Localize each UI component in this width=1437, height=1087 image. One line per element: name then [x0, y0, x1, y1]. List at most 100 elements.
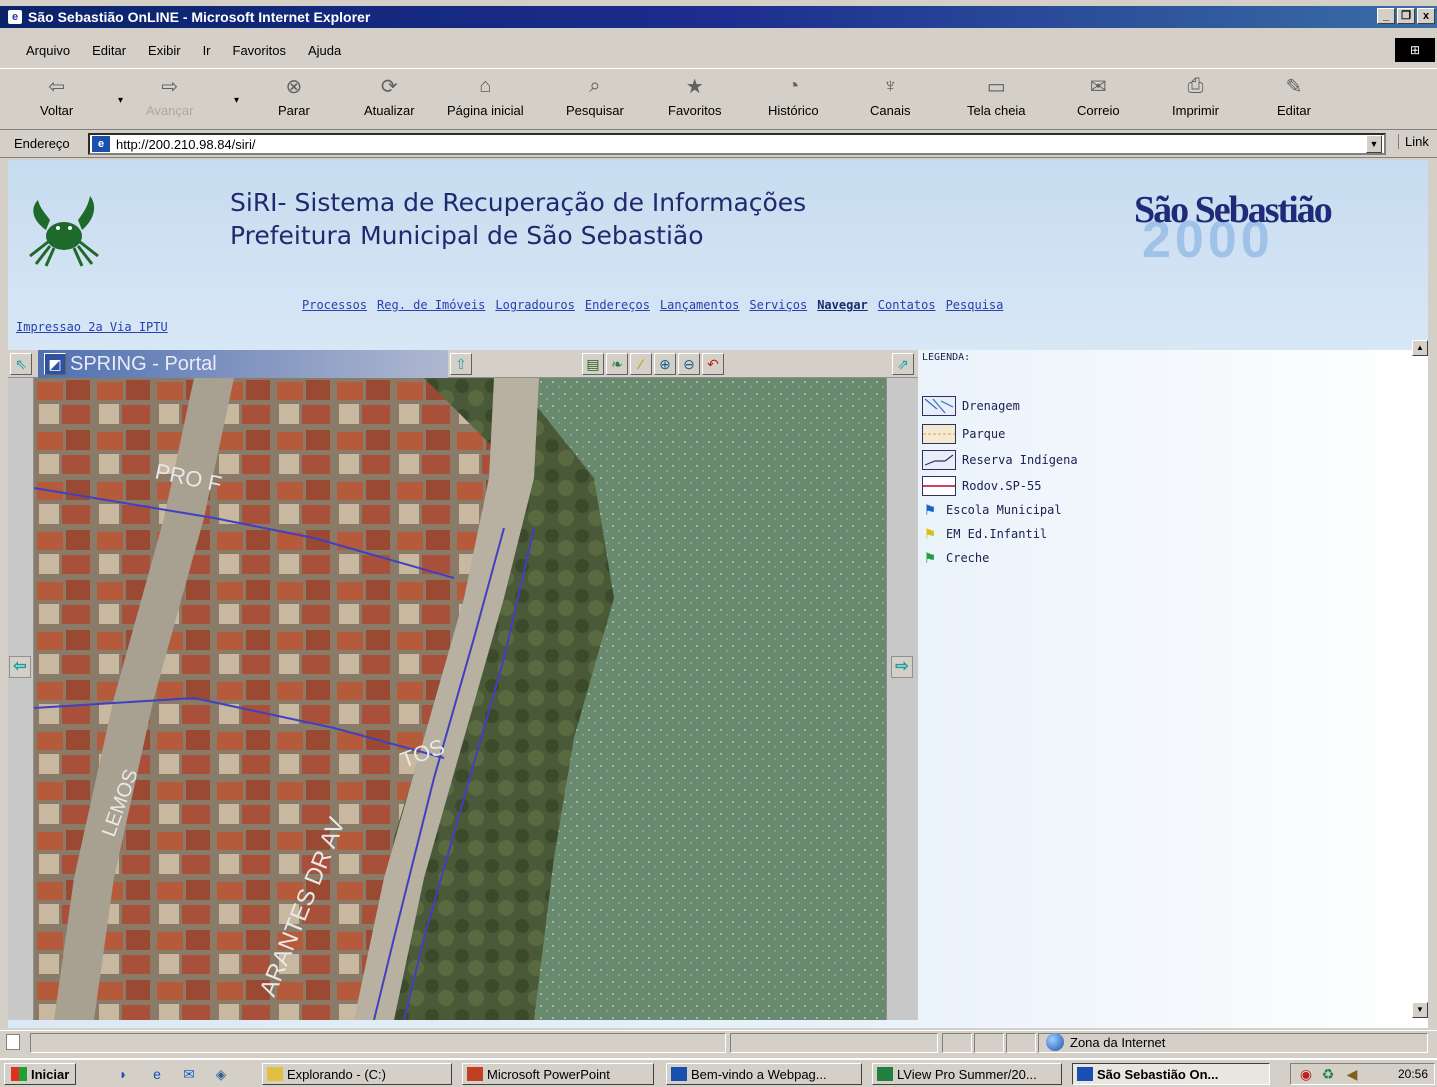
lview-icon	[877, 1067, 893, 1081]
forward-dropdown[interactable]: ▾	[234, 95, 239, 106]
vertical-scrollbar[interactable]: ▲ ▼	[1412, 340, 1428, 1020]
status-text-cell	[30, 1033, 726, 1053]
minimize-button[interactable]: _	[1377, 8, 1395, 24]
pan-ne-icon[interactable]: ⇗	[892, 353, 914, 375]
nav-processos[interactable]: Processos	[302, 298, 367, 312]
history-button[interactable]: ◔ Histórico	[768, 73, 819, 119]
task-explorer[interactable]: Explorando - (C:)	[262, 1063, 452, 1085]
back-button[interactable]: ⇦ Voltar	[40, 73, 73, 119]
menu-favoritos[interactable]: Favoritos	[233, 43, 286, 58]
window-title: São Sebastião OnLINE - Microsoft Interne…	[28, 9, 371, 25]
page-content: SiRI- Sistema de Recuperação de Informaç…	[8, 160, 1428, 1028]
layers-icon[interactable]: ▤	[582, 353, 604, 375]
powerpoint-icon	[467, 1067, 483, 1081]
edit-button[interactable]: ✎ Editar	[1277, 73, 1311, 119]
indigenous-reserve-swatch-icon	[922, 450, 956, 470]
task-sao-sebastiao[interactable]: São Sebastião On...	[1072, 1063, 1270, 1085]
quick-launch-desktop-icon[interactable]: ◗	[114, 1065, 132, 1083]
tray-icon[interactable]: ♻	[1319, 1065, 1337, 1083]
close-button[interactable]: x	[1417, 8, 1435, 24]
legend-item: Parque	[922, 424, 1005, 444]
forward-button[interactable]: ⇨ Avançar	[146, 73, 193, 119]
portal-app-icon: ◩	[44, 353, 66, 375]
undo-icon[interactable]: ↶	[702, 353, 724, 375]
nav-contatos[interactable]: Contatos	[878, 298, 936, 312]
nav-lancamentos[interactable]: Lançamentos	[660, 298, 739, 312]
menu-exibir[interactable]: Exibir	[148, 43, 181, 58]
browser-window: e São Sebastião OnLINE - Microsoft Inter…	[0, 0, 1437, 1087]
scroll-up-icon[interactable]: ▲	[1412, 340, 1428, 356]
print-button[interactable]: ⎙ Imprimir	[1172, 73, 1219, 119]
task-powerpoint[interactable]: Microsoft PowerPoint	[462, 1063, 654, 1085]
menu-ir[interactable]: Ir	[203, 43, 211, 58]
stop-button[interactable]: ⊗ Parar	[278, 73, 310, 119]
links-button[interactable]: Link	[1398, 134, 1429, 149]
menu-editar[interactable]: Editar	[92, 43, 126, 58]
legend-panel: LEGENDA: Drenagem Parque Reserva Indígen…	[922, 350, 1222, 567]
measure-line-icon[interactable]: ∕	[630, 353, 652, 375]
main-nav: Processos Reg. de Imóveis Logradouros En…	[302, 298, 1003, 312]
zoom-out-icon[interactable]: ⊖	[678, 353, 700, 375]
search-button[interactable]: ⌕ Pesquisar	[566, 73, 624, 119]
task-lview[interactable]: LView Pro Summer/20...	[872, 1063, 1062, 1085]
quick-launch-outlook-icon[interactable]: ✉	[180, 1065, 198, 1083]
start-button[interactable]: Iniciar	[4, 1063, 77, 1085]
pan-up-icon[interactable]: ⇧	[450, 353, 472, 375]
scroll-down-icon[interactable]: ▼	[1412, 1002, 1428, 1018]
map-right-rail: ⇨	[886, 378, 918, 1020]
legend-item: ⚑ EM Ed.Infantil	[920, 524, 1047, 544]
address-dropdown-icon[interactable]: ▼	[1366, 135, 1382, 153]
aerial-map-svg: PRO F ARANTES DR AV TOS LEMOS	[34, 378, 886, 1020]
address-bar: Endereço e http://200.210.98.84/siri/ ▼ …	[0, 130, 1437, 158]
pan-left-icon[interactable]: ⇦	[9, 656, 31, 678]
title-line-2: Prefeitura Municipal de São Sebastião	[230, 221, 704, 250]
legend-item: Rodov.SP-55	[922, 476, 1041, 496]
zoom-in-icon[interactable]: ⊕	[654, 353, 676, 375]
toolbar: ⇦ Voltar ▾ ⇨ Avançar ▾ ⊗ Parar ⟳ Atualiz…	[0, 68, 1437, 130]
menu-ajuda[interactable]: Ajuda	[308, 43, 341, 58]
nav-pesquisa[interactable]: Pesquisa	[946, 298, 1004, 312]
nav-logradouros[interactable]: Logradouros	[495, 298, 574, 312]
city-logo: 2000 São Sebastião	[1134, 188, 1344, 269]
channels-button[interactable]: ♆ Canais	[870, 73, 910, 119]
legend-item: Drenagem	[922, 396, 1020, 416]
nav-servicos[interactable]: Serviços	[749, 298, 807, 312]
status-cell	[974, 1033, 1004, 1053]
home-button[interactable]: ⌂ Página inicial	[447, 73, 524, 119]
address-url: http://200.210.98.84/siri/	[116, 136, 256, 152]
back-dropdown[interactable]: ▾	[118, 95, 123, 106]
back-arrow-icon: ⇦	[48, 75, 65, 98]
fullscreen-icon: ▭	[986, 75, 1006, 98]
title-line-1: SiRI- Sistema de Recuperação de Informaç…	[230, 188, 807, 217]
maximize-button[interactable]: ❐	[1397, 8, 1415, 24]
quick-launch-ie-icon[interactable]: e	[148, 1065, 166, 1083]
menu-arquivo[interactable]: Arquivo	[26, 43, 70, 58]
leaf-icon[interactable]: ❧	[606, 353, 628, 375]
nav-enderecos[interactable]: Endereços	[585, 298, 650, 312]
quick-launch-channels-icon[interactable]: ◈	[212, 1065, 230, 1083]
page-icon: e	[92, 136, 110, 152]
tray-icon[interactable]: ◉	[1297, 1065, 1315, 1083]
mail-button[interactable]: ✉ Correio	[1077, 73, 1120, 119]
legend-item: Reserva Indígena	[922, 450, 1078, 470]
channels-icon: ♆	[882, 74, 898, 97]
favorites-icon: ★	[685, 75, 704, 98]
nav-reg-imoveis[interactable]: Reg. de Imóveis	[377, 298, 485, 312]
title-bar[interactable]: e São Sebastião OnLINE - Microsoft Inter…	[0, 6, 1437, 28]
taskbar: Iniciar ◗ e ✉ ◈ Explorando - (C:) Micros…	[0, 1058, 1437, 1087]
folder-icon	[267, 1067, 283, 1081]
portal-title: SPRING - Portal	[38, 350, 448, 378]
iptu-link[interactable]: Impressao 2a Via IPTU	[16, 320, 168, 334]
fullscreen-button[interactable]: ▭ Tela cheia	[967, 73, 1026, 119]
pan-right-icon[interactable]: ⇨	[891, 656, 913, 678]
status-bar: Zona da Internet	[0, 1030, 1437, 1054]
tray-volume-icon[interactable]: ◀	[1343, 1065, 1361, 1083]
refresh-button[interactable]: ⟳ Atualizar	[364, 73, 415, 119]
print-icon: ⎙	[1187, 74, 1204, 97]
aerial-map-image[interactable]: PRO F ARANTES DR AV TOS LEMOS	[34, 378, 886, 1020]
task-webpage[interactable]: Bem-vindo a Webpag...	[666, 1063, 862, 1085]
pan-nw-icon[interactable]: ⇖	[10, 353, 32, 375]
address-input[interactable]: e http://200.210.98.84/siri/ ▼	[88, 133, 1386, 155]
nav-navegar[interactable]: Navegar	[817, 298, 868, 312]
favorites-button[interactable]: ★ Favoritos	[668, 73, 721, 119]
